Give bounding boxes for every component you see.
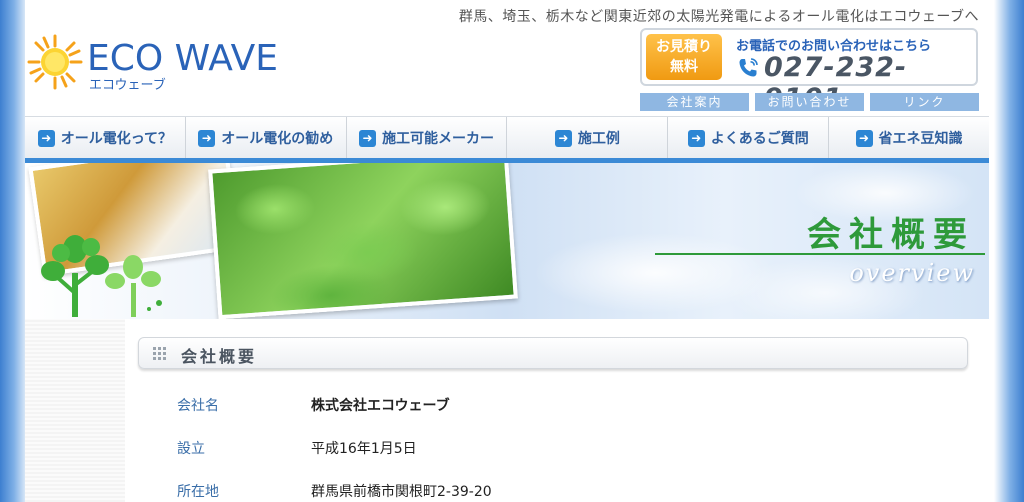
arrow-right-icon: ➜ (687, 129, 705, 147)
main-nav: ➜ オール電化って？ ➜ オール電化の勧め ➜ 施工可能メーカー ➜ 施工例 ➜… (25, 116, 989, 159)
nav-item-energy-tips[interactable]: ➜ 省エネ豆知識 (829, 117, 989, 159)
leaves-photo (208, 163, 518, 319)
arrow-right-icon: ➜ (198, 129, 216, 147)
hero-title: 会社概要 (807, 215, 975, 255)
info-value: 平成16年1月5日 (311, 440, 417, 457)
logo-subtext: エコウェーブ (89, 78, 166, 93)
top-link-contact[interactable]: お問い合わせ (755, 93, 864, 111)
top-link-links[interactable]: リンク (870, 93, 979, 111)
header-tagline: 群馬、埼玉、栃木など関東近郊の太陽光発電によるオール電化はエコウェーブへ (458, 9, 979, 25)
logo-text: ECO WAVE (87, 38, 278, 79)
sun-icon (27, 34, 83, 90)
info-row-company-name: 会社名 株式会社エコウェーブ (177, 383, 957, 426)
top-link-company[interactable]: 会社案内 (640, 93, 749, 111)
nav-item-examples[interactable]: ➜ 施工例 (507, 117, 669, 159)
arrow-right-icon: ➜ (554, 129, 572, 147)
page: 群馬、埼玉、栃木など関東近郊の太陽光発電によるオール電化はエコウェーブへ ECO… (25, 0, 989, 502)
info-row-address: 所在地 群馬県前橋市関根町2-39-20 (177, 469, 957, 502)
nav-item-all-electric[interactable]: ➜ オール電化って？ (25, 117, 186, 159)
company-info-table: 会社名 株式会社エコウェーブ 設立 平成16年1月5日 所在地 群馬県前橋市関根… (177, 383, 957, 502)
tree-icon (41, 235, 109, 317)
tree-icon (105, 255, 162, 317)
estimate-line1: お見積り (656, 39, 712, 55)
contact-box: お見積り 無料 お電話でのお問い合わせはこちら 027-232-9101 (640, 28, 978, 114)
hero-divider (655, 253, 985, 255)
info-label: 設立 (177, 440, 205, 457)
nav-item-label: 省エネ豆知識 (878, 131, 963, 147)
info-label: 所在地 (177, 483, 219, 500)
arrow-right-icon: ➜ (37, 129, 55, 147)
info-value: 群馬県前橋市関根町2-39-20 (311, 483, 492, 500)
info-value: 株式会社エコウェーブ (311, 397, 450, 414)
top-links: 会社案内 お問い合わせ リンク (640, 93, 980, 111)
sidebar-texture (25, 319, 125, 502)
dots-icon (153, 347, 166, 360)
nav-item-label: よくあるご質問 (710, 131, 809, 147)
logo[interactable]: ECO WAVE エコウェーブ (25, 30, 295, 100)
phone-icon (739, 58, 758, 77)
info-label: 会社名 (177, 397, 219, 414)
nav-item-makers[interactable]: ➜ 施工可能メーカー (347, 117, 508, 159)
nav-item-label: 施工可能メーカー (382, 131, 495, 147)
nav-item-label: オール電化って？ (60, 131, 173, 147)
free-estimate-badge[interactable]: お見積り 無料 (646, 34, 722, 80)
section-title: 会社概要 (181, 347, 258, 366)
nav-item-label: オール電化の勧め (221, 131, 334, 147)
nav-item-faq[interactable]: ➜ よくあるご質問 (668, 117, 830, 159)
nav-item-label: 施工例 (577, 131, 620, 147)
nav-item-recommendation[interactable]: ➜ オール電化の勧め (186, 117, 347, 159)
estimate-line2: 無料 (670, 59, 698, 75)
hero-banner: 会社概要 overview (25, 163, 989, 319)
hero-subtitle: overview (849, 259, 975, 287)
info-row-established: 設立 平成16年1月5日 (177, 426, 957, 469)
section-heading: 会社概要 (138, 337, 968, 369)
arrow-right-icon: ➜ (359, 129, 377, 147)
arrow-right-icon: ➜ (855, 129, 873, 147)
